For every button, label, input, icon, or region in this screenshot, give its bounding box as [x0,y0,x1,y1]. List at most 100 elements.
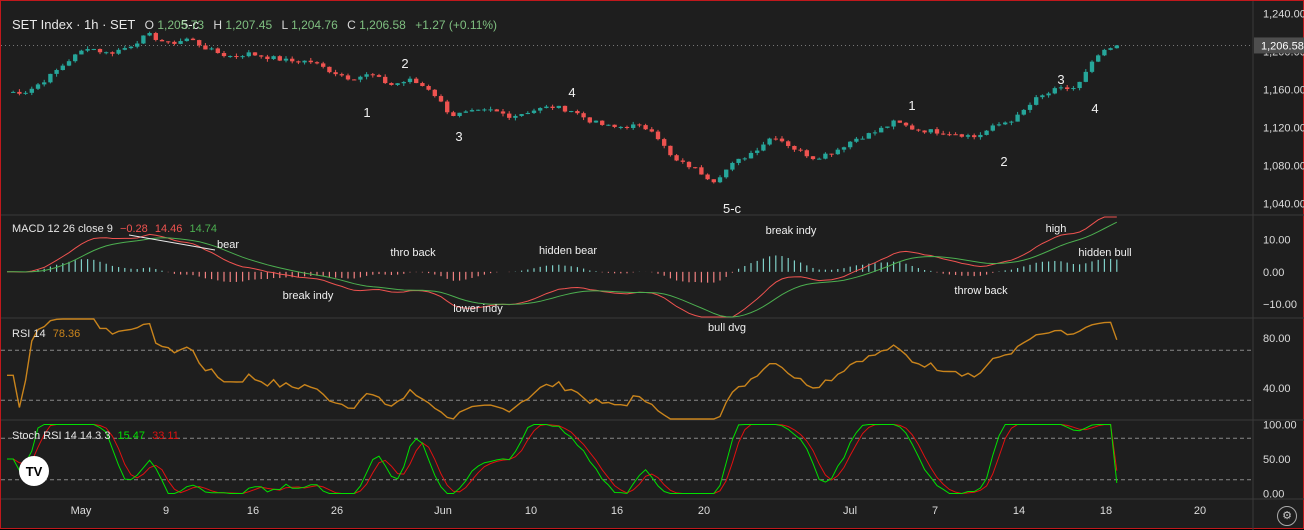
main-legend: SET Index · 1h · SET O 1,205.73 H 1,207.… [12,17,503,32]
indicator-label: bear [217,239,239,251]
y-tick-label: 10.00 [1263,235,1291,247]
candle-body [147,33,152,36]
candle-body [531,110,537,113]
indicator-label: bull dvg [708,322,746,334]
candle-body [556,105,561,108]
x-tick-label: Jul [843,505,857,517]
candle-body [141,35,146,44]
x-tick-label: 20 [698,505,710,517]
candle-body [159,39,165,42]
candle-body [383,76,388,84]
candle-body [649,129,654,132]
candle-body [705,174,710,180]
candle-body [680,160,685,162]
x-tick-label: 16 [611,505,623,517]
candle-body [835,149,840,155]
candle-body [135,43,140,47]
wave-label: 5-c [723,201,742,216]
close-value: C 1,206.58 [347,18,406,32]
candle-body [662,139,667,146]
y-tick-label: 1,240.00 [1263,9,1304,21]
candle-body [1040,95,1045,98]
candle-body [947,134,952,136]
candle-body [1021,109,1026,115]
candle-body [866,133,871,139]
candles [11,31,1119,184]
candle-body [767,138,772,145]
wave-label: 2 [1000,154,1007,169]
candle-body [1015,114,1020,122]
rsi-line [1,318,1253,420]
candle-body [507,113,512,118]
candle-body [1071,88,1076,90]
candle-body [35,84,41,89]
candle-body [984,130,989,135]
candle-body [575,111,580,114]
candle-body [122,48,127,50]
chart-window: 5-c 2 1 3 4 5-c 1 2 3 4 bear thro back hidden bear br… [0,0,1304,530]
price-tag-label: 1,206.58 [1261,40,1304,52]
candle-body [879,127,884,133]
candle-body [1034,97,1039,105]
candle-body [110,52,115,54]
y-tick-label: 80.00 [1263,333,1291,345]
candle-body [184,38,189,42]
candle-body [308,60,313,63]
annotation-labels: 5-c21345-c1234bearthro back hidden bearbr… [128,17,1132,334]
x-tick-label: 20 [1194,505,1206,517]
candle-body [54,70,59,74]
candle-body [817,158,822,160]
rsi-legend: RSI 14 78.36 [12,328,80,340]
candle-body [810,156,816,160]
candle-body [779,138,785,142]
candle-body [934,129,940,134]
candle-body [910,125,915,130]
candle-body [252,52,258,56]
stoch-title: Stoch RSI 14 14 3 3 [12,430,111,442]
candle-body [116,49,121,54]
tradingview-logo-icon[interactable]: TV [19,456,49,486]
open-value: O 1,205.73 [145,18,204,32]
candle-body [717,177,723,183]
x-tick-label: 16 [247,505,259,517]
candle-body [438,96,444,102]
macd-line-value: 14.46 [154,223,183,235]
candle-body [1052,88,1057,94]
candle-body [240,56,245,58]
chart-canvas[interactable]: 5-c21345-c1234bearthro back hidden bearbr… [1,1,1304,530]
candle-body [333,72,338,75]
indicator-label: break indy [283,290,334,302]
candle-body [972,135,977,138]
candle-body [600,120,605,125]
close-number: 1,206.58 [359,18,406,32]
candle-body [488,109,493,111]
candle-body [742,158,747,160]
candle-body [897,120,902,123]
candle-body [500,111,506,114]
wave-label: 3 [455,129,462,144]
candle-body [922,130,927,133]
candle-body [445,101,450,113]
candle-body [401,82,406,84]
open-label: O [144,18,154,32]
candle-body [97,48,103,53]
settings-icon[interactable]: ⚙ [1277,506,1297,526]
candle-body [550,106,555,108]
stoch-k-value: 15.47 [117,430,146,442]
candle-body [414,78,419,84]
candle-body [271,56,276,60]
wave-label: 4 [568,85,575,100]
candle-body [928,129,933,133]
wave-label: 3 [1057,72,1064,87]
macd-title: MACD 12 26 close 9 [12,223,113,235]
candle-body [916,129,921,131]
candle-body [395,83,400,85]
symbol-title: SET Index · 1h · SET [12,17,136,32]
candle-body [953,134,958,136]
rsi-title: RSI 14 [12,328,46,340]
candle-body [79,50,84,55]
candle-body [773,138,778,140]
candle-body [538,108,543,111]
candle-body [755,150,760,153]
candle-body [823,153,828,159]
